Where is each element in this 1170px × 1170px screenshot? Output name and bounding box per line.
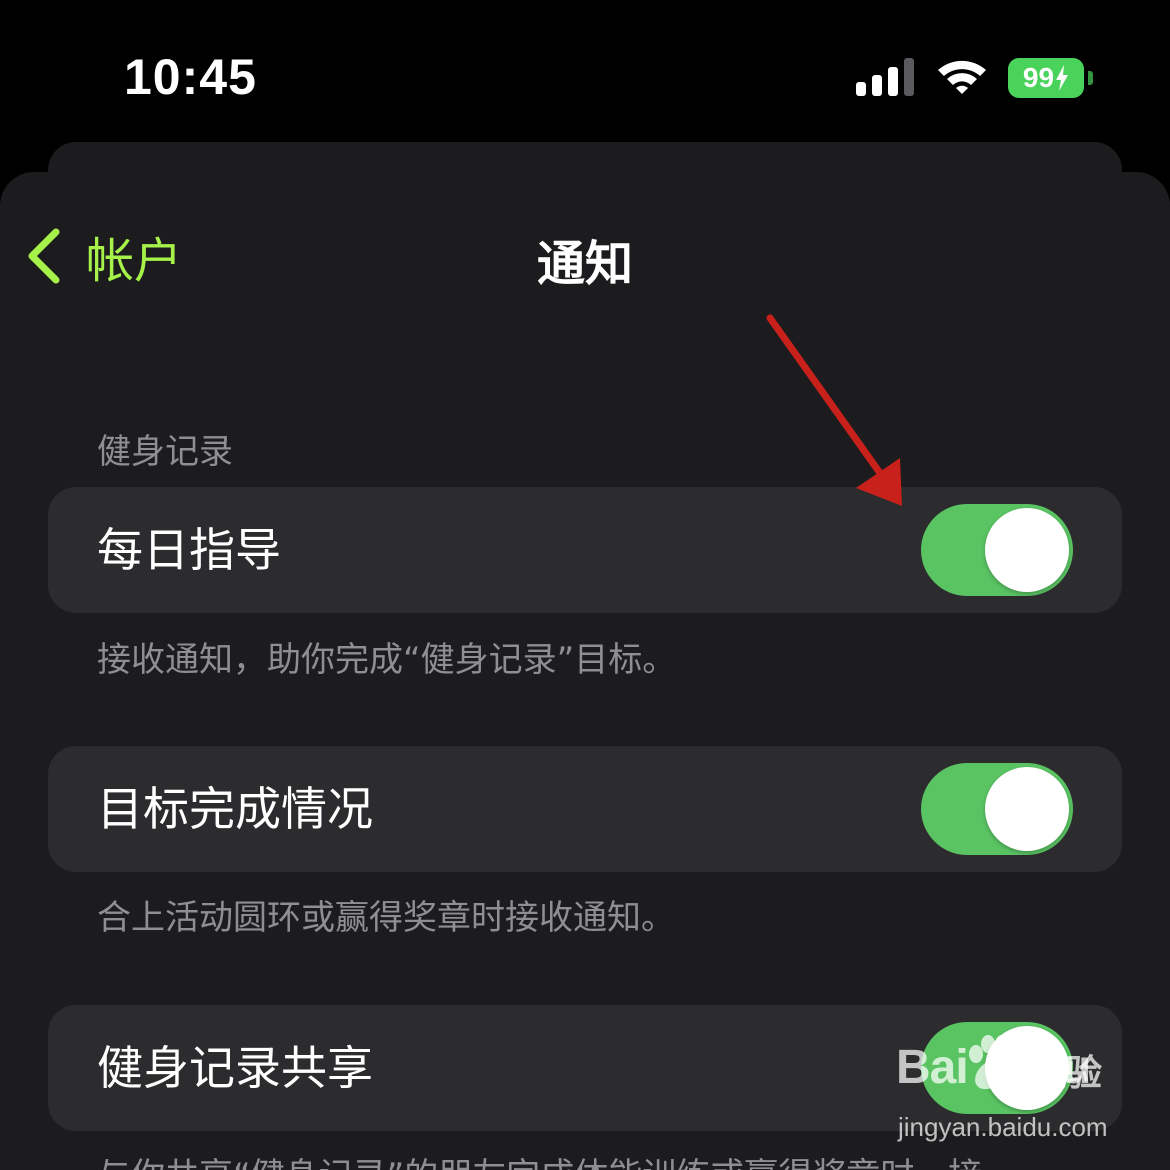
status-time: 10:45 xyxy=(124,49,257,105)
battery-cap xyxy=(1088,71,1093,85)
screen: 10:45 99 帐户 通知 健身记录 每日指导 接收通知，助你完成“健身记录”… xyxy=(0,0,1170,1170)
footer-goal-completions: 合上活动圆环或赢得奖章时接收通知。 xyxy=(97,898,675,938)
toggle-knob xyxy=(985,508,1069,592)
daily-coaching-toggle[interactable] xyxy=(921,504,1073,596)
status-bar: 10:45 99 xyxy=(0,0,1170,140)
cellular-signal-icon xyxy=(856,58,914,96)
toggle-knob xyxy=(985,767,1069,851)
battery-level: 99 xyxy=(1008,58,1084,98)
row-label-activity-sharing: 健身记录共享 xyxy=(97,1041,373,1095)
activity-sharing-toggle[interactable] xyxy=(921,1022,1073,1114)
section-header-activity: 健身记录 xyxy=(97,432,233,472)
row-goal-completions: 目标完成情况 xyxy=(48,746,1122,872)
wifi-icon xyxy=(938,60,986,94)
goal-completions-toggle[interactable] xyxy=(921,763,1073,855)
page-title: 通知 xyxy=(536,236,633,292)
row-label-goal-completions: 目标完成情况 xyxy=(97,782,373,836)
charging-bolt-icon xyxy=(1056,65,1069,91)
battery-percent: 99 xyxy=(1022,62,1055,93)
footer-daily-coaching: 接收通知，助你完成“健身记录”目标。 xyxy=(97,640,677,680)
battery-indicator: 99 xyxy=(1008,58,1093,98)
row-activity-sharing: 健身记录共享 xyxy=(48,1005,1122,1131)
footer-activity-sharing: 与你共享“健身记录”的朋友完成体能训练或赢得奖章时，接 xyxy=(97,1148,982,1170)
row-label-daily-coaching: 每日指导 xyxy=(97,523,281,577)
row-daily-coaching: 每日指导 xyxy=(48,487,1122,613)
toggle-knob xyxy=(985,1026,1069,1110)
